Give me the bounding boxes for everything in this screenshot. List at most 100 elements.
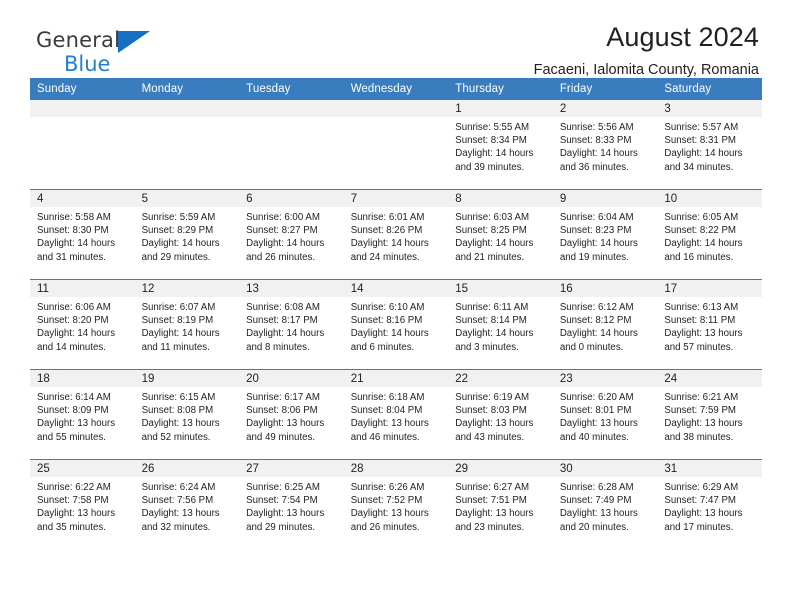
sunset-time: Sunset: 7:58 PM xyxy=(37,495,109,507)
day-details: Sunrise: 5:55 AM Sunset: 8:34 PM Daylight:… xyxy=(448,117,553,174)
day-number: 29 xyxy=(448,460,553,477)
calendar-day-cell[interactable]: 24 Sunrise: 6:21 AM Sunset: 7:59 PM Dayligh… xyxy=(657,369,762,460)
calendar-week-row: 18 Sunrise: 6:14 AM Sunset: 8:09 PM Dayligh… xyxy=(30,369,762,460)
day-details: Sunrise: 5:56 AM Sunset: 8:33 PM Daylight:… xyxy=(553,117,658,174)
sunrise-time: Sunrise: 6:15 AM xyxy=(141,392,216,403)
day-number: 12 xyxy=(134,280,240,297)
calendar-day-cell[interactable]: 23 Sunrise: 6:20 AM Sunset: 8:01 PM Dayligh… xyxy=(552,369,658,460)
daylight-duration-line1: Daylight: 14 hours xyxy=(455,238,534,250)
daylight-duration-line2: and 3 minutes. xyxy=(455,341,519,353)
calendar-day-cell[interactable]: 9 Sunrise: 6:04 AM Sunset: 8:23 PM Daylight… xyxy=(552,189,658,280)
sunrise-time: Sunrise: 6:19 AM xyxy=(455,392,530,403)
calendar-day-cell[interactable]: 12 Sunrise: 6:07 AM Sunset: 8:19 PM Dayligh… xyxy=(134,279,240,370)
daylight-duration-line1: Daylight: 13 hours xyxy=(246,508,325,520)
sunset-time: Sunset: 8:14 PM xyxy=(455,315,527,327)
page-subtitle: Facaeni, Ialomita County, Romania xyxy=(533,61,759,78)
calendar-week-row: 11 Sunrise: 6:06 AM Sunset: 8:20 PM Dayligh… xyxy=(30,279,762,370)
calendar-day-cell[interactable]: 25 Sunrise: 6:22 AM Sunset: 7:58 PM Dayligh… xyxy=(30,459,135,549)
calendar-day-cell[interactable]: 19 Sunrise: 6:15 AM Sunset: 8:08 PM Dayligh… xyxy=(134,369,240,460)
calendar-day-cell[interactable]: 10 Sunrise: 6:05 AM Sunset: 8:22 PM Dayligh… xyxy=(657,189,762,280)
day-number: 28 xyxy=(343,460,449,477)
calendar-day-cell[interactable]: 13 Sunrise: 6:08 AM Sunset: 8:17 PM Dayligh… xyxy=(239,279,344,370)
day-details: Sunrise: 6:04 AM Sunset: 8:23 PM Daylight:… xyxy=(553,207,658,264)
calendar-day-cell[interactable]: 28 Sunrise: 6:26 AM Sunset: 7:52 PM Dayligh… xyxy=(343,459,449,549)
sunset-time: Sunset: 8:26 PM xyxy=(350,225,423,237)
calendar-day-cell[interactable]: 26 Sunrise: 6:24 AM Sunset: 7:56 PM Dayligh… xyxy=(134,459,240,549)
calendar-day-cell[interactable]: 31 Sunrise: 6:29 AM Sunset: 7:47 PM Dayligh… xyxy=(657,459,762,549)
day-details: Sunrise: 6:28 AM Sunset: 7:49 PM Daylight:… xyxy=(553,477,658,534)
daylight-duration-line1: Daylight: 13 hours xyxy=(246,418,325,430)
sunrise-time: Sunrise: 6:06 AM xyxy=(37,302,111,313)
daylight-duration-line1: Daylight: 13 hours xyxy=(664,418,743,430)
daylight-duration-line1: Daylight: 14 hours xyxy=(664,238,743,250)
sunset-time: Sunset: 8:01 PM xyxy=(559,405,632,417)
calendar-body: 1 Sunrise: 5:55 AM Sunset: 8:34 PM Daylight… xyxy=(30,100,762,549)
calendar-day-cell[interactable]: 5 Sunrise: 5:59 AM Sunset: 8:29 PM Daylight… xyxy=(134,189,240,280)
day-details: Sunrise: 6:13 AM Sunset: 8:11 PM Daylight:… xyxy=(657,297,762,354)
calendar-day-cell[interactable]: 30 Sunrise: 6:28 AM Sunset: 7:49 PM Dayligh… xyxy=(552,459,658,549)
daylight-duration-line2: and 16 minutes. xyxy=(664,251,734,263)
sunrise-time: Sunrise: 6:28 AM xyxy=(559,482,634,493)
sunset-time: Sunset: 8:17 PM xyxy=(246,315,318,327)
day-number: 26 xyxy=(134,460,240,477)
daylight-duration-line2: and 26 minutes. xyxy=(246,251,316,263)
sunrise-time: Sunrise: 6:00 AM xyxy=(246,212,320,223)
daylight-duration-line1: Daylight: 13 hours xyxy=(350,508,429,520)
calendar-day-cell[interactable]: 17 Sunrise: 6:13 AM Sunset: 8:11 PM Dayligh… xyxy=(657,279,762,370)
day-number: 6 xyxy=(239,190,344,207)
day-number: 22 xyxy=(448,370,553,387)
calendar-week-row: 25 Sunrise: 6:22 AM Sunset: 7:58 PM Dayligh… xyxy=(30,459,762,549)
day-number: 1 xyxy=(448,100,553,117)
daylight-duration-line1: Daylight: 14 hours xyxy=(559,148,638,160)
daylight-duration-line2: and 52 minutes. xyxy=(141,431,211,443)
calendar-day-cell[interactable]: 16 Sunrise: 6:12 AM Sunset: 8:12 PM Dayligh… xyxy=(552,279,658,370)
calendar-day-cell[interactable]: 14 Sunrise: 6:10 AM Sunset: 8:16 PM Dayligh… xyxy=(343,279,449,370)
calendar-day-cell[interactable]: 4 Sunrise: 5:58 AM Sunset: 8:30 PM Daylight… xyxy=(30,189,135,280)
day-number: 27 xyxy=(239,460,344,477)
calendar-day-cell[interactable]: 20 Sunrise: 6:17 AM Sunset: 8:06 PM Dayligh… xyxy=(239,369,344,460)
daylight-duration-line1: Daylight: 14 hours xyxy=(246,328,325,340)
calendar-day-cell[interactable]: 6 Sunrise: 6:00 AM Sunset: 8:27 PM Daylight… xyxy=(239,189,344,280)
day-number xyxy=(343,100,449,117)
calendar-day-cell[interactable]: 1 Sunrise: 5:55 AM Sunset: 8:34 PM Daylight… xyxy=(448,100,553,190)
daylight-duration-line2: and 34 minutes. xyxy=(664,161,734,173)
calendar-day-cell[interactable]: 11 Sunrise: 6:06 AM Sunset: 8:20 PM Dayligh… xyxy=(30,279,135,370)
weekday-header-thursday: Thursday xyxy=(448,78,553,100)
day-number: 23 xyxy=(552,370,658,387)
calendar-day-cell[interactable]: 2 Sunrise: 5:56 AM Sunset: 8:33 PM Daylight… xyxy=(552,100,658,190)
general-blue-logo[interactable]: General Blue xyxy=(36,28,151,75)
calendar-week-row: 1 Sunrise: 5:55 AM Sunset: 8:34 PM Daylight… xyxy=(30,100,762,190)
calendar-day-cell-empty xyxy=(239,100,344,190)
calendar-day-cell[interactable]: 8 Sunrise: 6:03 AM Sunset: 8:25 PM Daylight… xyxy=(448,189,553,280)
sunset-time: Sunset: 7:59 PM xyxy=(664,405,736,417)
calendar-page: General Blue August 2024 Facaeni, Ialomi… xyxy=(0,0,792,612)
calendar-table: Sunday Monday Tuesday Wednesday Thursday… xyxy=(30,78,762,549)
page-header: General Blue August 2024 Facaeni, Ialomi… xyxy=(30,0,762,77)
day-number: 17 xyxy=(657,280,762,297)
day-number: 16 xyxy=(552,280,658,297)
daylight-duration-line2: and 39 minutes. xyxy=(455,161,525,173)
day-number xyxy=(134,100,240,117)
calendar-day-cell[interactable]: 22 Sunrise: 6:19 AM Sunset: 8:03 PM Dayligh… xyxy=(448,369,553,460)
sunrise-time: Sunrise: 6:22 AM xyxy=(37,482,111,493)
day-number: 24 xyxy=(657,370,762,387)
calendar-day-cell[interactable]: 7 Sunrise: 6:01 AM Sunset: 8:26 PM Daylight… xyxy=(343,189,449,280)
calendar-day-cell[interactable]: 18 Sunrise: 6:14 AM Sunset: 8:09 PM Dayligh… xyxy=(30,369,135,460)
calendar-day-cell[interactable]: 27 Sunrise: 6:25 AM Sunset: 7:54 PM Dayligh… xyxy=(239,459,344,549)
day-details: Sunrise: 6:20 AM Sunset: 8:01 PM Daylight:… xyxy=(553,387,658,444)
daylight-duration-line1: Daylight: 13 hours xyxy=(141,508,220,520)
calendar-day-cell[interactable]: 15 Sunrise: 6:11 AM Sunset: 8:14 PM Dayligh… xyxy=(448,279,553,370)
logo-text-general: General xyxy=(36,28,121,52)
sunset-time: Sunset: 8:25 PM xyxy=(455,225,527,237)
calendar-day-cell[interactable]: 29 Sunrise: 6:27 AM Sunset: 7:51 PM Dayligh… xyxy=(448,459,553,549)
calendar-day-cell[interactable]: 3 Sunrise: 5:57 AM Sunset: 8:31 PM Daylight… xyxy=(657,100,762,190)
sunset-time: Sunset: 8:16 PM xyxy=(350,315,423,327)
sunrise-time: Sunrise: 6:05 AM xyxy=(664,212,739,223)
day-details: Sunrise: 5:57 AM Sunset: 8:31 PM Daylight:… xyxy=(657,117,762,174)
sunrise-time: Sunrise: 5:59 AM xyxy=(141,212,216,223)
daylight-duration-line2: and 24 minutes. xyxy=(350,251,420,263)
daylight-duration-line1: Daylight: 14 hours xyxy=(455,148,534,160)
calendar-day-cell[interactable]: 21 Sunrise: 6:18 AM Sunset: 8:04 PM Dayligh… xyxy=(343,369,449,460)
daylight-duration-line2: and 46 minutes. xyxy=(350,431,420,443)
sunset-time: Sunset: 8:29 PM xyxy=(141,225,214,237)
